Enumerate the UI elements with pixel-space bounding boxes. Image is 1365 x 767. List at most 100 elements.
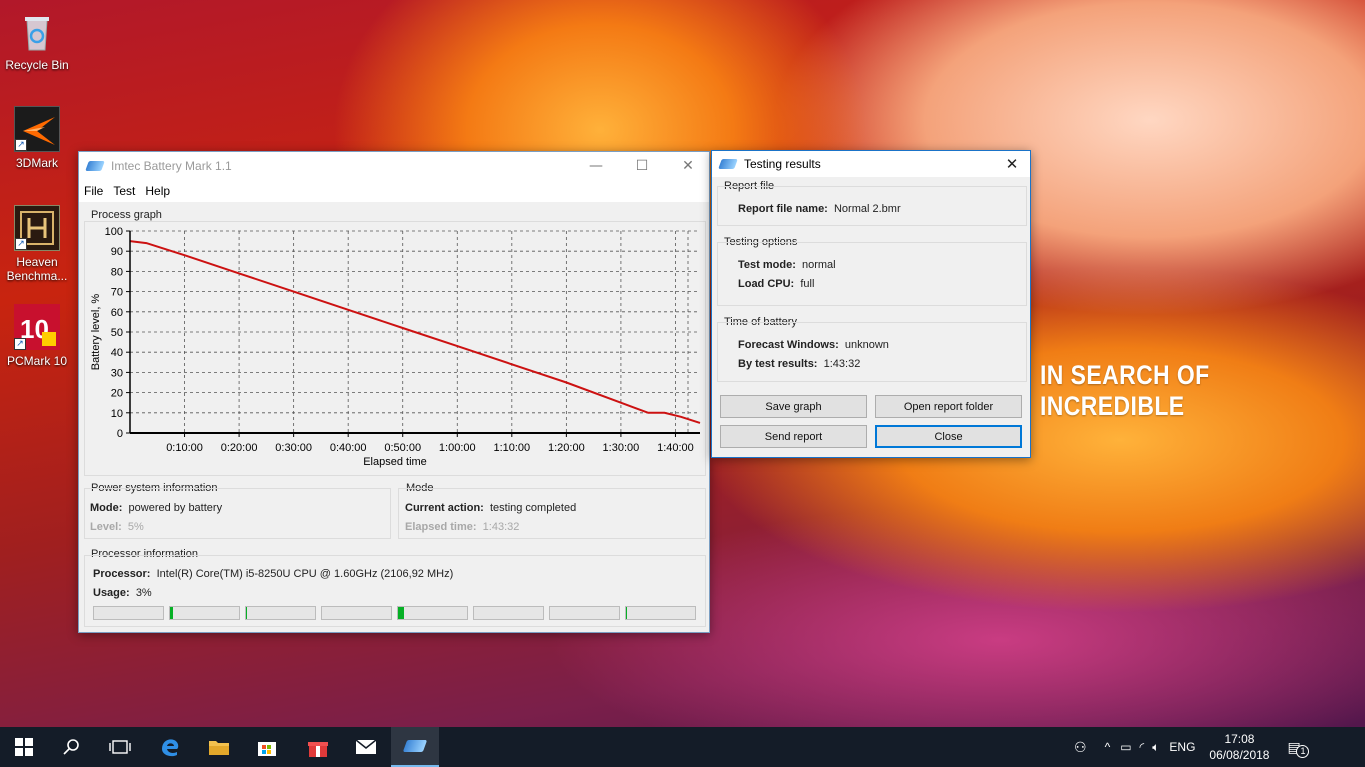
- usage-field: Usage: 3%: [93, 587, 152, 599]
- y-tick-label: 40: [111, 347, 123, 359]
- close-window-button[interactable]: ✕: [665, 152, 711, 180]
- desktop-icon-pcmark[interactable]: 10 ↗ PCMark 10: [2, 304, 72, 368]
- y-tick-label: 10: [111, 408, 123, 420]
- window-title: Imtec Battery Mark 1.1: [111, 159, 232, 173]
- y-tick-label: 90: [111, 246, 123, 258]
- desktop-icon-label: PCMark 10: [6, 354, 68, 368]
- x-tick-label: 1:00:00: [439, 442, 476, 454]
- menu-file[interactable]: File: [79, 184, 108, 198]
- desktop-icon-label: 3DMark: [15, 156, 58, 170]
- system-tray: ⚇ ^ ▭ ◜ 🔈︎ ENG 17:08 06/08/2018 ▤ 1: [1074, 727, 1310, 767]
- battery-mark-taskbar-button[interactable]: [391, 727, 439, 767]
- shortcut-arrow-icon: ↗: [15, 238, 27, 250]
- load-cpu-field: Load CPU: full: [738, 278, 815, 290]
- y-tick-label: 80: [111, 266, 123, 278]
- show-hidden-icons-chevron-icon[interactable]: ^: [1105, 740, 1111, 754]
- desktop-icon-label: Heaven Benchma...: [6, 255, 68, 283]
- processor-field: Processor: Intel(R) Core(TM) i5-8250U CP…: [93, 568, 454, 580]
- edge-icon: [162, 739, 179, 757]
- results-window-title: Testing results: [744, 157, 821, 171]
- task-view-button[interactable]: [96, 727, 144, 767]
- cpu-core-usage-bar: [169, 606, 240, 620]
- level-field: Level: 5%: [90, 521, 144, 533]
- file-explorer-taskbar-button[interactable]: [195, 727, 243, 767]
- cpu-core-usage-bar: [245, 606, 316, 620]
- recycle-bin-icon: [14, 8, 60, 54]
- battery-mark-app-icon: [402, 740, 428, 752]
- cpu-core-usage-bar: [549, 606, 620, 620]
- notification-count-badge: 1: [1296, 744, 1310, 758]
- x-axis-label: Elapsed time: [363, 456, 427, 468]
- battery-mark-app-icon: [85, 161, 105, 171]
- cpu-core-usage-bar: [321, 606, 392, 620]
- y-tick-label: 100: [105, 226, 123, 238]
- gift-taskbar-button[interactable]: [294, 727, 342, 767]
- maximize-button[interactable]: ☐: [619, 152, 665, 180]
- mail-icon: [355, 739, 377, 754]
- battery-mark-app-icon: [718, 159, 738, 169]
- test-mode-field: Test mode: normal: [738, 259, 836, 271]
- menu-bar: File Test Help: [79, 180, 709, 202]
- store-icon: [258, 742, 276, 756]
- x-tick-label: 0:50:00: [384, 442, 421, 454]
- y-tick-label: 50: [111, 327, 123, 339]
- wifi-icon[interactable]: ◜: [1140, 740, 1145, 754]
- battery-icon[interactable]: ▭: [1120, 740, 1131, 754]
- y-tick-label: 70: [111, 287, 123, 299]
- minimize-button[interactable]: —: [573, 152, 619, 180]
- open-report-folder-button[interactable]: Open report folder: [875, 395, 1022, 418]
- desktop-icon-heaven[interactable]: ↗ Heaven Benchma...: [2, 205, 72, 283]
- testing-options-box: [717, 242, 1027, 306]
- cpu-core-usage-fill: [246, 607, 247, 619]
- start-button[interactable]: [0, 727, 48, 767]
- time-of-battery-box: [717, 322, 1027, 382]
- desktop-icon-recycle-bin[interactable]: Recycle Bin: [2, 8, 72, 72]
- send-report-button[interactable]: Send report: [720, 425, 867, 448]
- wallpaper-banner-text: IN SEARCH OF INCREDIBLE: [1040, 360, 1210, 421]
- cpu-core-usage-bar: [397, 606, 468, 620]
- x-tick-label: 0:20:00: [221, 442, 258, 454]
- shortcut-arrow-icon: ↗: [14, 338, 26, 350]
- search-icon: [63, 739, 79, 755]
- report-file-name-field: Report file name: Normal 2.bmr: [738, 203, 901, 215]
- y-axis-label: Battery level, %: [90, 294, 102, 371]
- desktop-icon-3dmark[interactable]: ↗ 3DMark: [2, 106, 72, 170]
- store-taskbar-button[interactable]: [243, 727, 291, 767]
- cpu-core-usage-bar: [473, 606, 544, 620]
- language-indicator[interactable]: ENG: [1169, 740, 1195, 754]
- y-axis-ticks: 0 10 20 30 40 50 60 70 80 90 100: [105, 226, 130, 440]
- close-results-button[interactable]: ✕: [994, 151, 1030, 177]
- edge-taskbar-button[interactable]: [146, 727, 194, 767]
- results-title-bar[interactable]: Testing results ✕: [712, 151, 1030, 177]
- close-button[interactable]: Close: [875, 425, 1022, 448]
- y-tick-label: 60: [111, 307, 123, 319]
- heaven-benchmark-icon: ↗: [14, 205, 60, 251]
- clock[interactable]: 17:08 06/08/2018: [1209, 731, 1269, 763]
- clock-date: 06/08/2018: [1209, 748, 1270, 762]
- gift-icon: [308, 742, 328, 757]
- action-center-button[interactable]: ▤ 1: [1287, 739, 1310, 758]
- x-tick-label: 1:30:00: [603, 442, 640, 454]
- x-tick-label: 0:30:00: [275, 442, 312, 454]
- cpu-core-usage-bar: [93, 606, 164, 620]
- menu-help[interactable]: Help: [140, 184, 175, 198]
- mode-field: Mode: powered by battery: [90, 502, 223, 514]
- y-tick-label: 30: [111, 367, 123, 379]
- people-icon[interactable]: ⚇: [1074, 739, 1087, 756]
- y-tick-label: 0: [117, 428, 123, 440]
- menu-test[interactable]: Test: [108, 184, 140, 198]
- mail-taskbar-button[interactable]: [342, 727, 390, 767]
- current-action-field: Current action: testing completed: [405, 502, 577, 514]
- taskbar: ⚇ ^ ▭ ◜ 🔈︎ ENG 17:08 06/08/2018 ▤ 1: [0, 727, 1365, 767]
- cpu-core-usage-fill: [398, 607, 404, 619]
- x-axis-ticks: 0:10:00 0:20:00 0:30:00 0:40:00 0:50:00 1:00:…: [166, 433, 694, 454]
- search-button[interactable]: [48, 727, 96, 767]
- x-tick-label: 1:10:00: [493, 442, 530, 454]
- title-bar[interactable]: Imtec Battery Mark 1.1 — ☐ ✕: [79, 152, 709, 180]
- cpu-core-usage-fill: [626, 607, 627, 619]
- cpu-core-usage-fill: [170, 607, 173, 619]
- x-tick-label: 1:20:00: [548, 442, 585, 454]
- volume-icon[interactable]: 🔈︎: [1152, 740, 1159, 755]
- task-view-icon: [109, 740, 131, 754]
- save-graph-button[interactable]: Save graph: [720, 395, 867, 418]
